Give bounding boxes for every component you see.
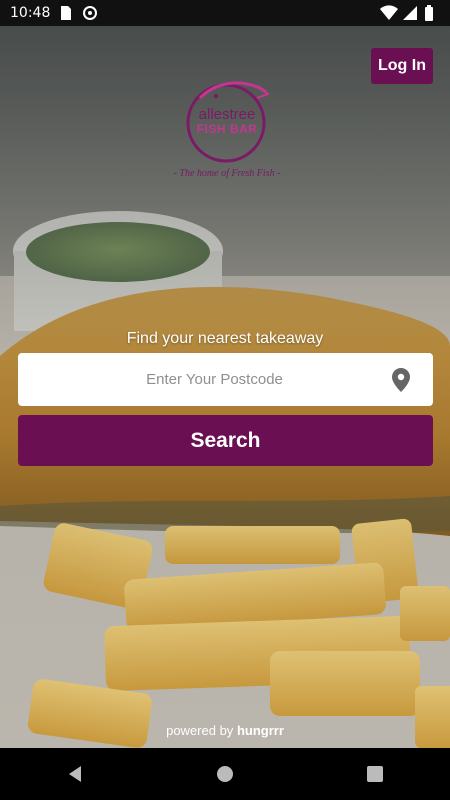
search-button[interactable]: Search <box>18 415 433 466</box>
postcode-field <box>18 353 433 406</box>
back-icon[interactable] <box>51 750 99 798</box>
brand-name: allestree FISH BAR <box>185 106 269 136</box>
powered-by: powered by hungrrr <box>0 723 450 738</box>
search-prompt: Find your nearest takeaway <box>126 330 324 347</box>
system-nav-bar <box>0 748 450 800</box>
login-button[interactable]: Log In <box>371 48 433 84</box>
postcode-input[interactable] <box>18 353 381 406</box>
battery-icon <box>424 5 440 21</box>
recents-icon[interactable] <box>351 750 399 798</box>
brand-tagline: - The home of Fresh Fish - <box>173 168 281 179</box>
wifi-icon <box>380 5 398 21</box>
sd-card-icon <box>58 5 74 21</box>
powered-brand: hungrrr <box>236 723 284 738</box>
sync-icon <box>82 5 98 21</box>
cellular-icon <box>402 5 418 21</box>
status-bar: 10:48 <box>0 0 450 26</box>
brand-name-line1: allestree <box>198 106 256 123</box>
home-icon[interactable] <box>201 750 249 798</box>
powered-prefix: powered by <box>166 723 234 738</box>
brand-name-line2: FISH BAR <box>196 122 258 136</box>
location-pin-icon[interactable] <box>381 353 421 406</box>
status-time: 10:48 <box>10 5 51 21</box>
